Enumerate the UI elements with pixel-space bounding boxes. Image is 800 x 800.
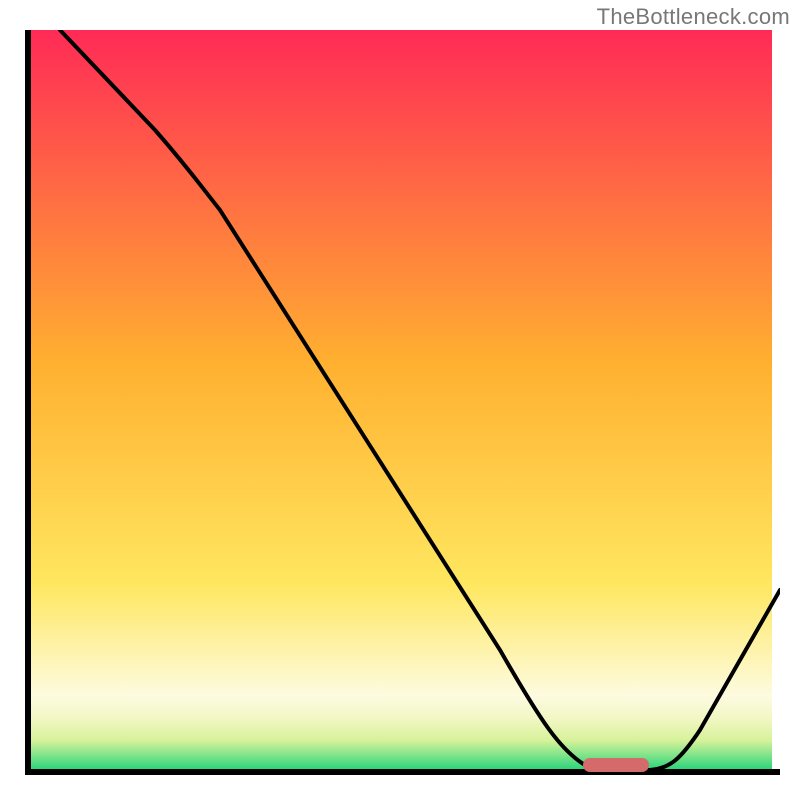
chart-stage: TheBottleneck.com	[0, 0, 800, 800]
watermark-text: TheBottleneck.com	[597, 4, 790, 30]
chart-svg	[20, 30, 780, 780]
plot-area	[20, 30, 780, 780]
optimal-marker	[583, 758, 649, 772]
gradient-background	[28, 30, 772, 770]
